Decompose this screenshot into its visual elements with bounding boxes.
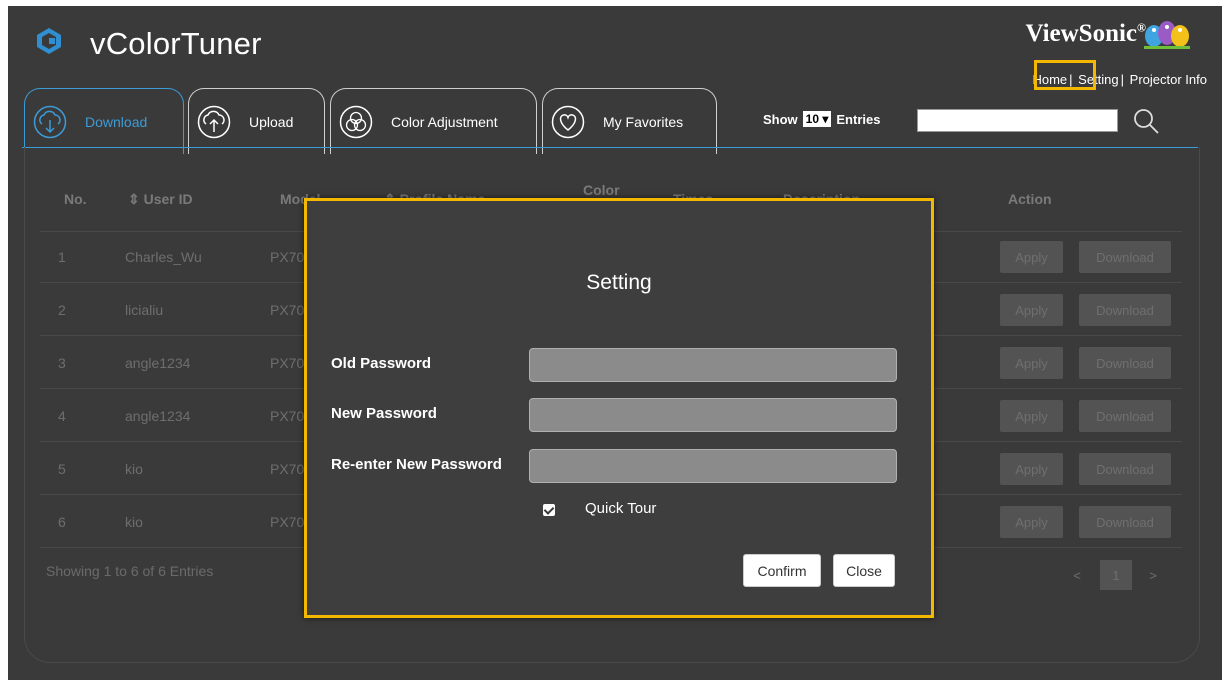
close-button[interactable]: Close xyxy=(833,554,895,587)
download-button[interactable]: Download xyxy=(1079,506,1171,538)
table-info: Showing 1 to 6 of 6 Entries xyxy=(46,563,214,579)
column-header-no[interactable]: No. xyxy=(64,191,87,207)
apply-button[interactable]: Apply xyxy=(1000,347,1063,379)
download-button[interactable]: Download xyxy=(1079,453,1171,485)
heart-icon xyxy=(551,105,585,138)
column-header-color[interactable]: Color xyxy=(583,182,620,198)
search-input[interactable] xyxy=(917,109,1118,132)
cell-user-id: licialiu xyxy=(125,302,164,318)
download-button[interactable]: Download xyxy=(1079,347,1171,379)
cell-user-id: angle1234 xyxy=(125,408,191,424)
cell-user-id: angle1234 xyxy=(125,355,191,371)
viewsonic-logo: ViewSonic® xyxy=(1025,20,1146,48)
apply-button[interactable]: Apply xyxy=(1000,453,1063,485)
download-button[interactable]: Download xyxy=(1079,400,1171,432)
reenter-password-label: Re-enter New Password xyxy=(331,456,502,473)
reenter-password-field[interactable] xyxy=(529,449,897,483)
tab-my-favorites[interactable]: My Favorites xyxy=(542,88,717,154)
search-icon[interactable] xyxy=(1132,107,1160,135)
tab-color-adjustment[interactable]: Color Adjustment xyxy=(330,88,537,154)
download-button[interactable]: Download xyxy=(1079,294,1171,326)
pager-next[interactable]: > xyxy=(1142,560,1164,590)
pager-prev[interactable]: < xyxy=(1066,560,1088,590)
cell-model: PX70 xyxy=(270,302,305,318)
new-password-label: New Password xyxy=(331,405,437,422)
dialog-title: Setting xyxy=(586,271,652,294)
apply-button[interactable]: Apply xyxy=(1000,400,1063,432)
tab-download[interactable]: Download xyxy=(24,88,184,154)
link-separator: | xyxy=(1120,72,1125,87)
cell-user-id: kio xyxy=(125,514,143,530)
cell-no: 6 xyxy=(58,514,66,530)
cell-no: 1 xyxy=(58,249,66,265)
cell-model: PX70 xyxy=(270,249,305,265)
cell-model: PX70 xyxy=(270,461,305,477)
app-window: vColorTuner ViewSonic® Home | Setting | Pr… xyxy=(8,6,1222,680)
brand-name: ViewSonic xyxy=(1025,20,1138,47)
apply-button[interactable]: Apply xyxy=(1000,241,1063,273)
tab-color-adjustment-label: Color Adjustment xyxy=(391,113,498,130)
show-entries-control: Show 10 ▾ Entries xyxy=(763,111,880,127)
entries-label: Entries xyxy=(836,111,881,127)
viewsonic-birds-icon xyxy=(1144,21,1190,49)
download-button[interactable]: Download xyxy=(1079,241,1171,273)
old-password-field[interactable] xyxy=(529,348,897,382)
cloud-upload-icon xyxy=(197,105,231,138)
cell-no: 4 xyxy=(58,408,66,424)
pager-page-1[interactable]: 1 xyxy=(1100,560,1132,590)
cell-no: 3 xyxy=(58,355,66,371)
apply-button[interactable]: Apply xyxy=(1000,506,1063,538)
cell-user-id: kio xyxy=(125,461,143,477)
cell-user-id: Charles_Wu xyxy=(125,249,202,265)
quick-tour-checkbox[interactable] xyxy=(543,504,555,516)
tab-upload[interactable]: Upload xyxy=(188,88,325,154)
column-header-user-id[interactable]: ⇕ User ID xyxy=(128,191,193,208)
old-password-label: Old Password xyxy=(331,355,432,372)
tab-download-label: Download xyxy=(85,113,148,130)
cloud-download-icon xyxy=(33,105,67,138)
cell-no: 5 xyxy=(58,461,66,477)
new-password-field[interactable] xyxy=(529,398,897,432)
tab-upload-label: Upload xyxy=(249,113,294,130)
setting-highlight-box xyxy=(1034,60,1096,90)
app-title: vColorTuner xyxy=(90,26,262,61)
show-label: Show xyxy=(763,111,798,127)
setting-dialog: Setting Old Password New Password Re-ent… xyxy=(304,198,934,618)
vcolortuner-logo-icon xyxy=(37,28,61,54)
cell-no: 2 xyxy=(58,302,66,318)
confirm-button[interactable]: Confirm xyxy=(743,554,821,587)
apply-button[interactable]: Apply xyxy=(1000,294,1063,326)
color-circles-icon xyxy=(339,105,373,138)
cell-model: PX70 xyxy=(270,514,305,530)
tab-my-favorites-label: My Favorites xyxy=(603,113,684,130)
projector-info-link[interactable]: Projector Info xyxy=(1129,72,1208,87)
cell-model: PX70 xyxy=(270,408,305,424)
entries-select[interactable]: 10 ▾ xyxy=(802,111,832,127)
quick-tour-label: Quick Tour xyxy=(585,500,657,517)
cell-model: PX70 xyxy=(270,355,305,371)
column-header-action: Action xyxy=(1008,191,1052,207)
